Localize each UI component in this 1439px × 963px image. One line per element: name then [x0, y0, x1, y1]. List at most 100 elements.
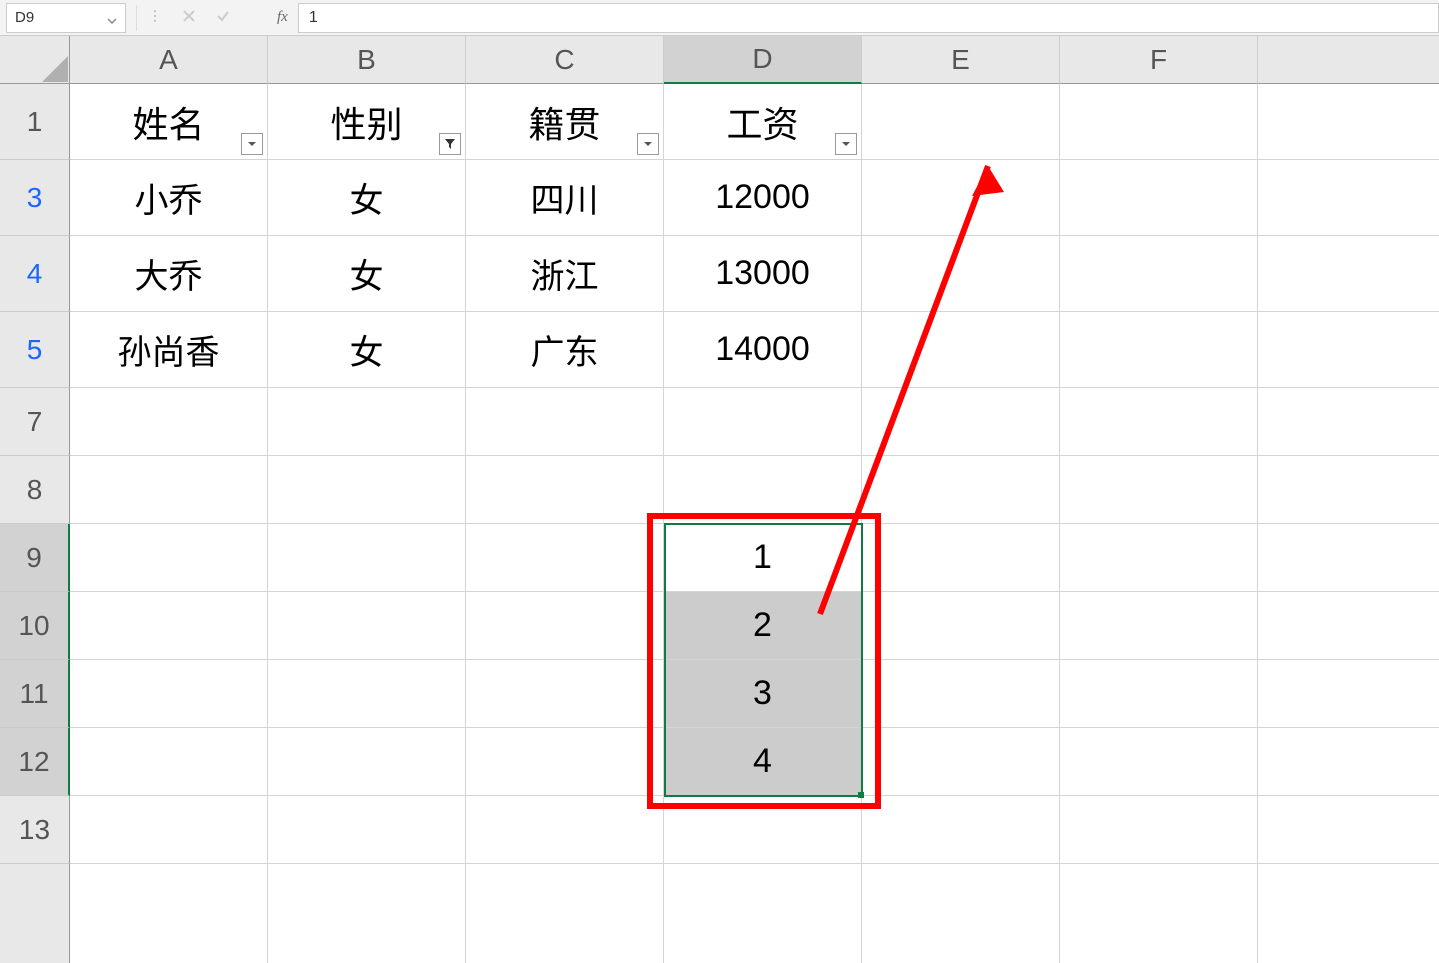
row-header-11[interactable]: 11 [0, 660, 70, 728]
cell-E11[interactable] [862, 660, 1060, 728]
filter-active-icon[interactable] [439, 133, 461, 155]
cell-G13[interactable] [1258, 796, 1439, 864]
filter-dropdown-icon[interactable] [835, 133, 857, 155]
cell-C5[interactable]: 广东 [466, 312, 664, 388]
cell-E9[interactable] [862, 524, 1060, 592]
col-header-C[interactable]: C [466, 36, 664, 84]
col-header-A[interactable]: A [70, 36, 268, 84]
formula-input[interactable]: 1 [298, 3, 1439, 33]
cell-B13[interactable] [268, 796, 466, 864]
cell-blank[interactable] [664, 864, 862, 963]
row-header-4[interactable]: 4 [0, 236, 70, 312]
dropdown-icon[interactable] [107, 13, 117, 23]
row-header-7[interactable]: 7 [0, 388, 70, 456]
cell-G7[interactable] [1258, 388, 1439, 456]
fx-label[interactable]: fx [277, 9, 288, 26]
col-header-D[interactable]: D [664, 36, 862, 84]
cell-G8[interactable] [1258, 456, 1439, 524]
cell-B12[interactable] [268, 728, 466, 796]
cell-blank[interactable] [466, 864, 664, 963]
cell-A7[interactable] [70, 388, 268, 456]
cell-C12[interactable] [466, 728, 664, 796]
cell-F4[interactable] [1060, 236, 1258, 312]
cell-E1[interactable] [862, 84, 1060, 160]
cell-A3[interactable]: 小乔 [70, 160, 268, 236]
cell-D5[interactable]: 14000 [664, 312, 862, 388]
row-header-10[interactable]: 10 [0, 592, 70, 660]
cell-E4[interactable] [862, 236, 1060, 312]
row-header-3[interactable]: 3 [0, 160, 70, 236]
filter-dropdown-icon[interactable] [241, 133, 263, 155]
cell-D9[interactable]: 1 [664, 524, 862, 592]
cell-A9[interactable] [70, 524, 268, 592]
cell-C9[interactable] [466, 524, 664, 592]
cell-G10[interactable] [1258, 592, 1439, 660]
cell-D8[interactable] [664, 456, 862, 524]
cell-F5[interactable] [1060, 312, 1258, 388]
cell-A1[interactable]: 姓名 [70, 84, 268, 160]
cell-blank[interactable] [862, 864, 1060, 963]
cell-B4[interactable]: 女 [268, 236, 466, 312]
col-header-F[interactable]: F [1060, 36, 1258, 84]
cell-G9[interactable] [1258, 524, 1439, 592]
cell-A13[interactable] [70, 796, 268, 864]
cell-C13[interactable] [466, 796, 664, 864]
cell-E5[interactable] [862, 312, 1060, 388]
cell-B7[interactable] [268, 388, 466, 456]
cell-D1[interactable]: 工资 [664, 84, 862, 160]
cell-E10[interactable] [862, 592, 1060, 660]
col-header-G[interactable] [1258, 36, 1439, 84]
row-header-5[interactable]: 5 [0, 312, 70, 388]
cell-D4[interactable]: 13000 [664, 236, 862, 312]
name-box[interactable]: D9 [6, 3, 126, 33]
accept-icon[interactable] [215, 8, 231, 28]
select-all-corner[interactable] [0, 36, 70, 84]
row-header-blank[interactable] [0, 864, 70, 963]
cell-C7[interactable] [466, 388, 664, 456]
cell-A12[interactable] [70, 728, 268, 796]
cell-B5[interactable]: 女 [268, 312, 466, 388]
cell-D13[interactable] [664, 796, 862, 864]
cancel-icon[interactable] [181, 8, 197, 28]
cell-B8[interactable] [268, 456, 466, 524]
cell-C11[interactable] [466, 660, 664, 728]
cell-A10[interactable] [70, 592, 268, 660]
cell-C8[interactable] [466, 456, 664, 524]
cell-F8[interactable] [1060, 456, 1258, 524]
cell-C4[interactable]: 浙江 [466, 236, 664, 312]
cell-B10[interactable] [268, 592, 466, 660]
cell-F13[interactable] [1060, 796, 1258, 864]
cell-F9[interactable] [1060, 524, 1258, 592]
cell-G3[interactable] [1258, 160, 1439, 236]
cell-D3[interactable]: 12000 [664, 160, 862, 236]
filter-dropdown-icon[interactable] [637, 133, 659, 155]
cell-A4[interactable]: 大乔 [70, 236, 268, 312]
cell-B1[interactable]: 性别 [268, 84, 466, 160]
cell-F3[interactable] [1060, 160, 1258, 236]
cell-G12[interactable] [1258, 728, 1439, 796]
cell-F1[interactable] [1060, 84, 1258, 160]
cell-D7[interactable] [664, 388, 862, 456]
cell-E8[interactable] [862, 456, 1060, 524]
row-header-9[interactable]: 9 [0, 524, 70, 592]
cell-B3[interactable]: 女 [268, 160, 466, 236]
cell-blank[interactable] [1258, 864, 1439, 963]
cell-D10[interactable]: 2 [664, 592, 862, 660]
cell-F11[interactable] [1060, 660, 1258, 728]
cell-A8[interactable] [70, 456, 268, 524]
cell-E7[interactable] [862, 388, 1060, 456]
cell-blank[interactable] [268, 864, 466, 963]
row-header-12[interactable]: 12 [0, 728, 70, 796]
cell-D11[interactable]: 3 [664, 660, 862, 728]
cell-C10[interactable] [466, 592, 664, 660]
row-header-1[interactable]: 1 [0, 84, 70, 160]
cell-B11[interactable] [268, 660, 466, 728]
cell-A5[interactable]: 孙尚香 [70, 312, 268, 388]
col-header-B[interactable]: B [268, 36, 466, 84]
cell-blank[interactable] [70, 864, 268, 963]
cell-C3[interactable]: 四川 [466, 160, 664, 236]
cell-E13[interactable] [862, 796, 1060, 864]
cell-A11[interactable] [70, 660, 268, 728]
cell-E3[interactable] [862, 160, 1060, 236]
cell-blank[interactable] [1060, 864, 1258, 963]
